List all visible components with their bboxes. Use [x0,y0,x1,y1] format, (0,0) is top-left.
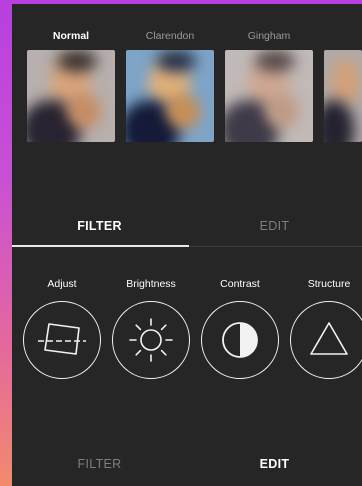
filter-thumbnail[interactable] [225,50,313,142]
contrast-icon[interactable] [201,301,279,379]
editor-panel: Normal Clarendon Gingham FILTER EDIT Adj… [12,4,362,486]
filter-label: Normal [52,30,90,42]
filter-label: Clarendon [145,30,195,42]
filter-thumbnail[interactable] [324,50,362,142]
bottom-tab-bar: FILTER EDIT [12,442,362,486]
tool-adjust[interactable]: Adjust [17,272,107,382]
tool-brightness[interactable]: Brightness [106,272,196,382]
tool-contrast[interactable]: Contrast [195,272,285,382]
top-tab-bar: FILTER EDIT [12,204,362,248]
tool-label: Structure [307,278,351,290]
tool-label: Contrast [220,278,260,290]
tab-edit[interactable]: EDIT [187,204,362,248]
tool-label: Brightness [126,278,176,290]
sun-icon[interactable] [112,301,190,379]
tab-filter-bottom[interactable]: FILTER [12,442,187,486]
filter-strip[interactable]: Normal Clarendon Gingham [12,4,362,154]
active-tab-indicator [12,245,189,247]
tool-label: Adjust [47,278,77,290]
tab-filter[interactable]: FILTER [12,204,187,248]
filter-thumbnail[interactable] [126,50,214,142]
tab-edit-bottom[interactable]: EDIT [187,442,362,486]
filter-thumbnail[interactable] [27,50,115,142]
filter-label: Gingham [247,30,291,42]
tool-structure[interactable]: Structure [284,272,362,382]
triangle-icon[interactable] [290,301,362,379]
adjust-icon[interactable] [23,301,101,379]
